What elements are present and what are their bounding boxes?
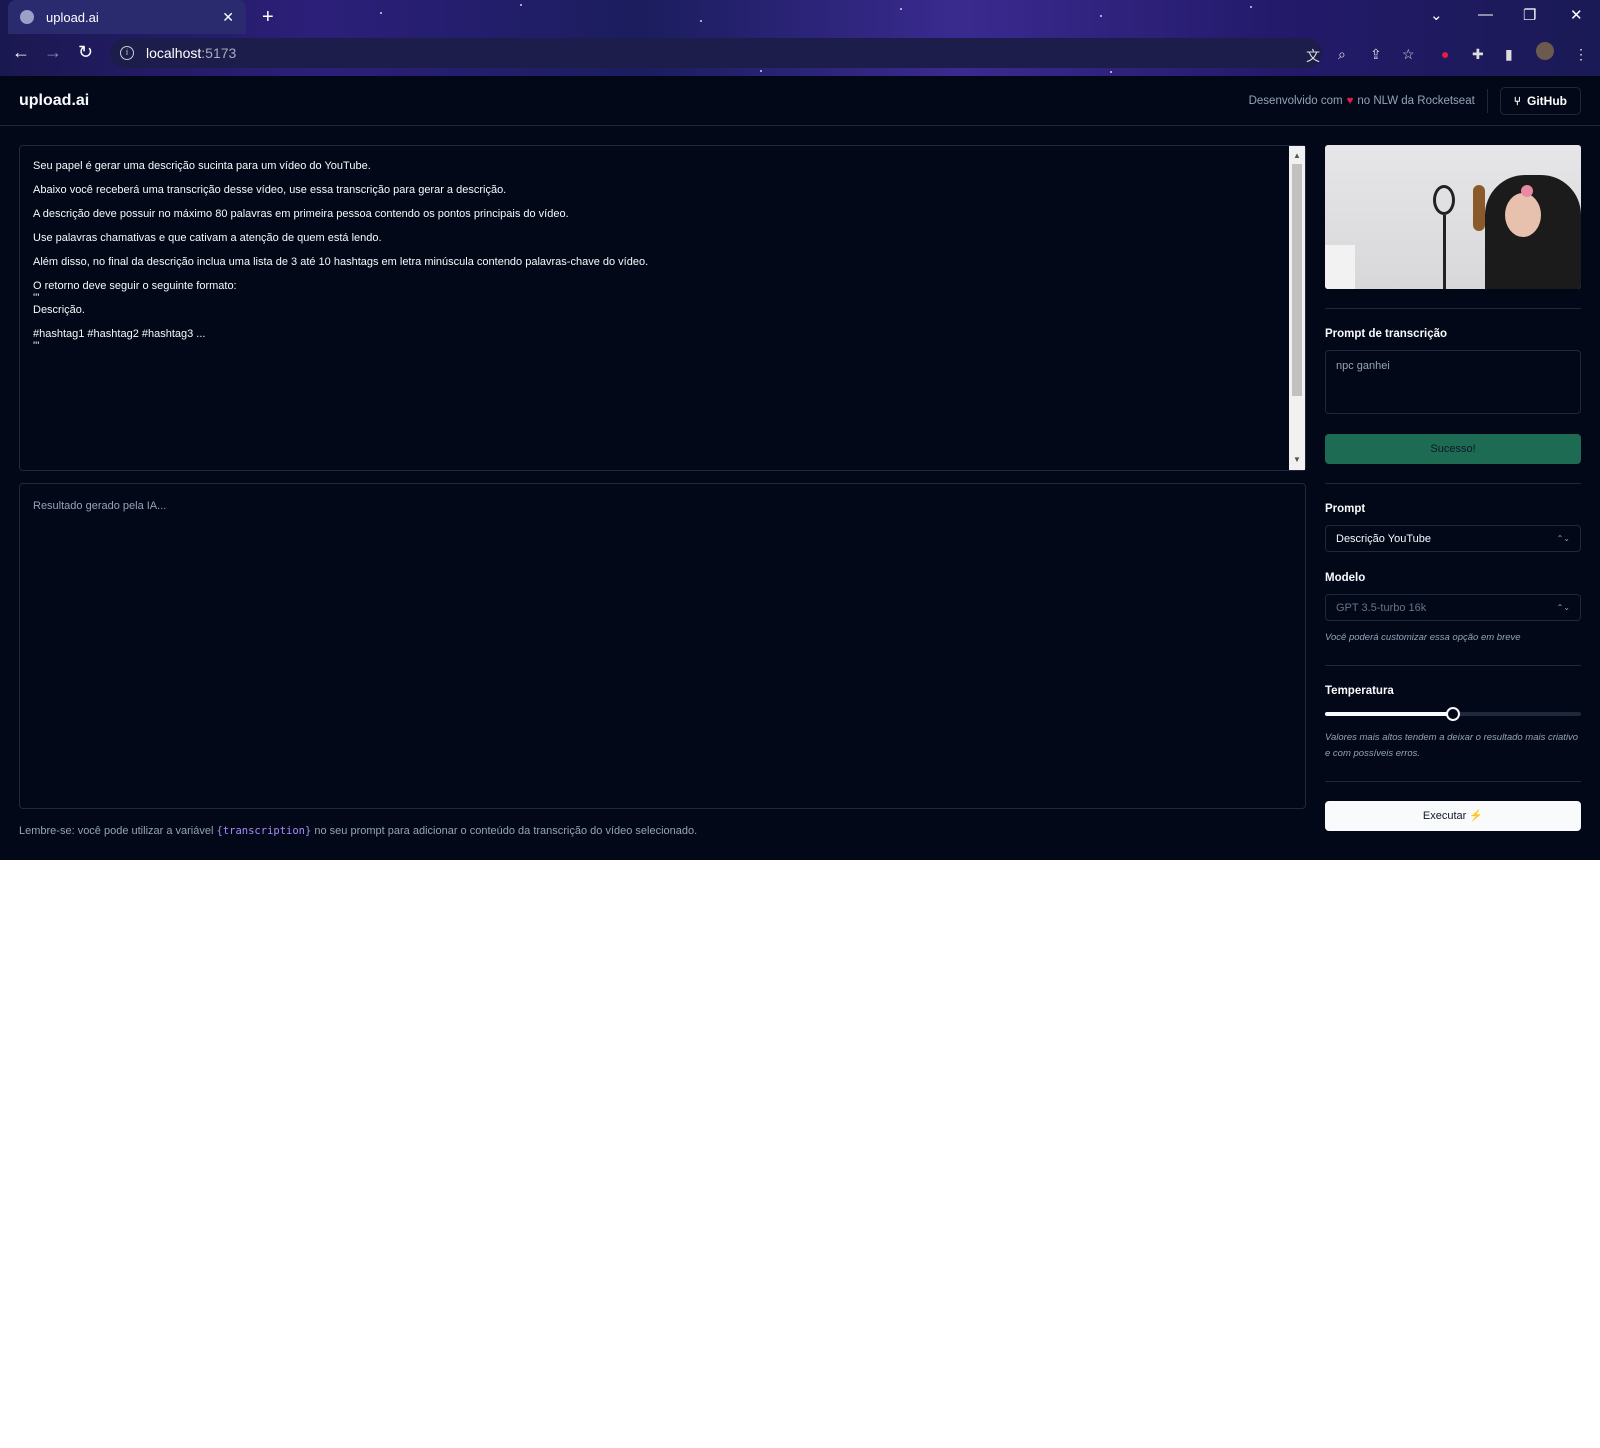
tip-prefix: Lembre-se: você pode utilizar a variável — [19, 825, 214, 837]
url-host: localhost — [146, 45, 202, 61]
app-header: upload.ai Desenvolvido com ♥ no NLW da R… — [0, 76, 1600, 126]
close-tab-icon[interactable]: ✕ — [222, 9, 234, 26]
puzzle-extensions-icon[interactable]: ✚ — [1472, 46, 1484, 63]
restore-icon[interactable]: ❐ — [1523, 6, 1536, 24]
prompt-select[interactable]: Descrição YouTube ⌃⌄ — [1325, 525, 1581, 552]
divider — [1325, 308, 1581, 309]
result-textarea[interactable]: Resultado gerado pela IA... — [19, 483, 1306, 809]
model-hint: Você poderá customizar essa opção em bre… — [1325, 632, 1521, 643]
header-divider — [1486, 88, 1488, 113]
prompt-text: Seu papel é gerar uma descrição sucinta … — [33, 160, 649, 352]
transcription-prompt-label: Prompt de transcrição — [1325, 328, 1448, 340]
credit-suffix: no NLW da Rocketseat — [1357, 94, 1475, 107]
reload-icon[interactable]: ↻ — [78, 42, 93, 63]
scroll-down-icon[interactable]: ▼ — [1293, 454, 1301, 466]
profile-avatar[interactable] — [1536, 42, 1554, 60]
menu-kebab-icon[interactable]: ⋮ — [1574, 46, 1588, 63]
prompt-select-value: Descrição YouTube — [1336, 532, 1431, 545]
heart-icon: ♥ — [1346, 94, 1354, 107]
chevron-updown-icon: ⌃⌄ — [1556, 534, 1570, 543]
address-bar[interactable]: i localhost:5173 — [110, 38, 1322, 68]
transcription-tip: Lembre-se: você pode utilizar a variável… — [19, 825, 697, 837]
sidebar: Prompt de transcrição npc ganhei Sucesso… — [1325, 145, 1581, 831]
close-window-icon[interactable]: ✕ — [1570, 6, 1583, 24]
upload-success-button[interactable]: Sucesso! — [1325, 434, 1581, 464]
app-logo: upload.ai — [19, 91, 90, 109]
tip-suffix: no seu prompt para adicionar o conteúdo … — [314, 825, 698, 837]
tip-variable: {transcription} — [216, 825, 312, 837]
execute-button[interactable]: Executar ⚡ — [1325, 801, 1581, 831]
github-icon: ⑂ — [1513, 93, 1521, 108]
zoom-icon[interactable]: ⌕ — [1338, 46, 1346, 63]
prompt-scrollbar[interactable]: ▲ ▼ — [1289, 146, 1305, 470]
model-select: GPT 3.5-turbo 16k ⌃⌄ — [1325, 594, 1581, 621]
prompt-label: Prompt — [1325, 503, 1366, 515]
url-port: :5173 — [201, 45, 237, 61]
tab-search-icon[interactable]: ⌄ — [1430, 6, 1443, 24]
execute-button-label: Executar — [1422, 810, 1467, 822]
slider-thumb[interactable] — [1446, 707, 1460, 721]
tab-title: upload.ai — [46, 9, 99, 25]
back-icon[interactable]: ← — [12, 42, 30, 63]
info-icon[interactable]: i — [120, 46, 134, 60]
model-select-value: GPT 3.5-turbo 16k — [1336, 601, 1427, 614]
github-button-label: GitHub — [1527, 93, 1567, 108]
magic-wand-icon: ⚡ — [1469, 810, 1484, 822]
minimize-icon[interactable]: — — [1478, 6, 1493, 23]
globe-icon — [20, 10, 34, 24]
new-tab-icon[interactable]: + — [262, 6, 274, 29]
temperature-slider[interactable] — [1325, 707, 1581, 721]
share-icon[interactable]: ⇪ — [1370, 46, 1382, 63]
temperature-label: Temperatura — [1325, 685, 1394, 697]
github-button[interactable]: ⑂ GitHub — [1499, 86, 1581, 115]
forward-icon[interactable]: → — [44, 42, 62, 63]
transcription-prompt-input[interactable]: npc ganhei — [1325, 350, 1581, 414]
video-preview[interactable] — [1325, 145, 1581, 289]
slider-range — [1325, 712, 1453, 716]
divider — [1325, 665, 1581, 666]
header-right: Desenvolvido com ♥ no NLW da Rocketseat … — [1248, 86, 1581, 115]
temperature-hint: Valores mais altos tendem a deixar o res… — [1325, 732, 1579, 759]
prompt-textarea[interactable]: Seu papel é gerar uma descrição sucinta … — [19, 145, 1306, 471]
divider — [1325, 483, 1581, 484]
credit-prefix: Desenvolvido com — [1248, 94, 1343, 107]
divider — [1325, 781, 1581, 782]
scrollbar-thumb[interactable] — [1292, 164, 1302, 396]
extension-icon[interactable]: ● — [1441, 46, 1449, 62]
side-panel-icon[interactable]: ▮ — [1505, 46, 1513, 63]
navigation-bar: ← → ↻ i localhost:5173 文 ⌕ ⇪ ☆ ● ✚ ▮ ⋮ — [0, 34, 1600, 72]
chevron-updown-icon: ⌃⌄ — [1556, 603, 1570, 612]
result-placeholder: Resultado gerado pela IA... — [33, 500, 167, 512]
browser-chrome: upload.ai ✕ + ⌄ — ❐ ✕ ← → ↻ i localhost:… — [0, 0, 1600, 76]
app-root: upload.ai Desenvolvido com ♥ no NLW da R… — [0, 76, 1600, 860]
translate-icon[interactable]: 文 — [1306, 46, 1320, 66]
bookmark-star-icon[interactable]: ☆ — [1402, 46, 1415, 63]
model-label: Modelo — [1325, 572, 1366, 584]
browser-tab[interactable]: upload.ai ✕ — [8, 0, 246, 34]
scroll-up-icon[interactable]: ▲ — [1293, 150, 1301, 162]
